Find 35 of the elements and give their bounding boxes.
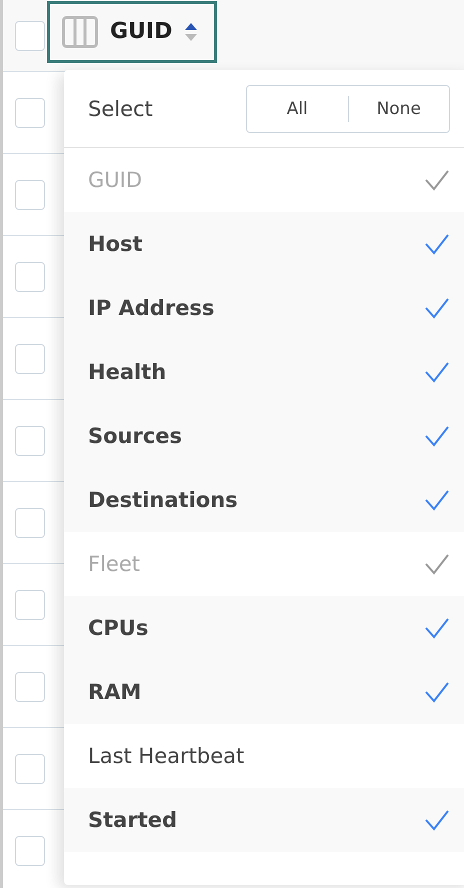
checkbox[interactable] [15,20,45,50]
check-icon [424,617,450,639]
column-header[interactable]: GUID [47,0,217,62]
column-option[interactable]: CPUs [64,596,464,660]
checkbox[interactable] [15,672,45,702]
check-icon [424,233,450,255]
column-option[interactable]: Started [64,788,464,852]
check-icon [424,361,450,383]
select-button[interactable]: None [348,96,449,122]
column-option[interactable]: Last Heartbeat [64,724,464,788]
check-icon [424,553,450,575]
checkbox[interactable] [15,262,45,292]
column-option[interactable]: Destinations [64,468,464,532]
checkbox[interactable] [15,180,45,210]
check-icon [424,681,450,703]
column-option[interactable]: IP Address [64,276,464,340]
checkbox[interactable] [15,426,45,456]
check-icon [424,297,450,319]
checkbox[interactable] [15,344,45,374]
column-option[interactable]: Health [64,340,464,404]
column-option[interactable]: Sources [64,404,464,468]
checkbox[interactable] [15,590,45,620]
column-option[interactable]: RAM [64,660,464,724]
select-label: Select [88,96,153,120]
select-button[interactable]: All [247,96,348,122]
columns-icon [62,16,98,48]
checkbox[interactable] [15,754,45,784]
checkbox[interactable] [15,98,45,128]
column-option[interactable]: Host [64,212,464,276]
check-icon [424,425,450,447]
checkbox[interactable] [15,836,45,866]
check-icon [424,169,450,191]
check-icon [424,489,450,511]
checkbox[interactable] [15,508,45,538]
check-icon [424,809,450,831]
